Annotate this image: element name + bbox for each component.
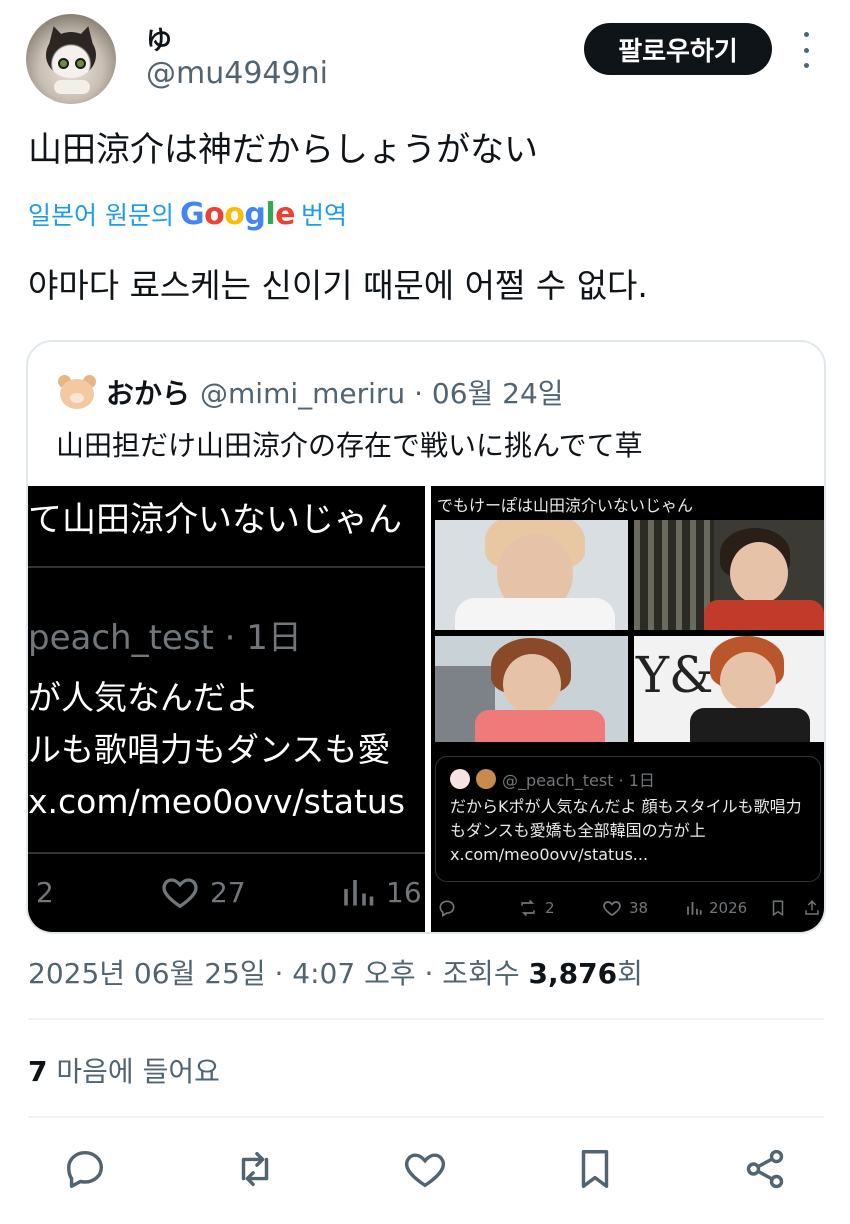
quoted-media-right[interactable]: でもけーぽは山田涼介いないじゃん Y&O. @_peach_test · 1日 … <box>431 486 824 932</box>
media-left-body-line1: が人気なんだよ <box>28 678 259 717</box>
media-left-body: が人気なんだよ ルも歌唱力もダンスも愛 x.com/meo0ovv/status <box>28 672 405 828</box>
media-right-embedded-tweet: @_peach_test · 1日 だからKポが人気なんだよ 顔もスタイルも歌唱… <box>435 756 821 882</box>
display-name[interactable]: ゆ <box>146 20 172 57</box>
views-icon <box>687 902 702 915</box>
media-left-reply-count: 2 <box>36 876 54 909</box>
divider <box>28 1018 824 1020</box>
timestamp-text: 2025년 06월 25일 · 4:07 오후 · 조회수 <box>28 957 520 990</box>
photo-4: Y&O. <box>634 636 824 742</box>
media-right-like: 38 <box>601 898 648 918</box>
quoted-tweet[interactable]: おから @mimi_meriru · 06월 24일 山田担だけ山田涼介の存在で… <box>26 340 826 934</box>
likes-summary[interactable]: 7 마음에 들어요 <box>28 1050 220 1090</box>
media-right-top-text: でもけーぽは山田涼介いないじゃん <box>437 496 694 515</box>
divider <box>28 1116 824 1118</box>
media-left-handle: peach_test · 1日 <box>28 618 302 658</box>
views-suffix: 회 <box>617 957 643 990</box>
retweet-icon <box>521 899 535 917</box>
heart-icon <box>603 901 621 917</box>
media-divider <box>28 852 425 854</box>
reply-icon[interactable] <box>62 1146 110 1194</box>
media-left-actions: 2 27 16 <box>28 872 425 916</box>
share-icon <box>803 898 821 918</box>
media-left-like: 27 <box>160 872 246 912</box>
avatar[interactable] <box>26 14 116 104</box>
google-logo: Google <box>179 196 296 232</box>
follow-button[interactable]: 팔로우하기 <box>584 23 772 75</box>
media-left-body-line3: x.com/meo0ovv/status <box>28 782 406 821</box>
embed-header: @_peach_test · 1日 <box>450 767 655 791</box>
user-handle[interactable]: @mu4949ni <box>146 56 328 91</box>
translated-text: 야마다 료스케는 신이기 때문에 어쩔 수 없다. <box>28 266 648 305</box>
more-options-icon[interactable] <box>796 32 816 68</box>
views-icon <box>344 880 374 906</box>
reply-icon <box>437 898 457 918</box>
cat-head <box>46 32 96 78</box>
cat-eye-left <box>58 58 69 69</box>
share-icon[interactable] <box>742 1146 790 1194</box>
media-right-retweet: 2 <box>517 898 555 918</box>
bookmark-icon <box>769 898 787 918</box>
quoted-meta: @mimi_meriru · 06월 24일 <box>200 377 564 410</box>
bear-emoji-icon <box>476 769 496 789</box>
photo-2 <box>634 520 824 630</box>
tweet-timestamp: 2025년 06월 25일 · 4:07 오후 · 조회수 3,876회 <box>28 952 643 992</box>
bookmark-icon[interactable] <box>572 1146 620 1194</box>
photo-1 <box>435 520 628 630</box>
cat-eye-right <box>75 58 86 69</box>
quoted-media-left[interactable]: て山田涼介いないじゃん peach_test · 1日 が人気なんだよ ルも歌唱… <box>28 486 425 932</box>
media-right-actions: 2 38 2026 <box>431 894 824 928</box>
media-left-views: 16 <box>340 872 422 912</box>
tweet-text: 山田涼介は神だからしょうがない <box>28 130 538 170</box>
bear-avatar-icon <box>58 373 96 411</box>
tweet-action-bar <box>0 1140 850 1200</box>
translate-prefix: 일본어 원문의 <box>28 201 174 230</box>
cat-paws <box>54 80 90 94</box>
embed-handle: @_peach_test · 1日 <box>502 771 655 790</box>
quoted-display-name: おから <box>106 377 191 410</box>
likes-label: 마음에 들어요 <box>56 1055 220 1088</box>
view-count: 3,876 <box>528 957 618 990</box>
translation-attribution[interactable]: 일본어 원문의 Google 번역 <box>28 196 347 232</box>
media-divider <box>28 566 425 568</box>
retweet-icon[interactable] <box>232 1146 280 1194</box>
media-right-views: 2026 <box>685 898 747 918</box>
like-count: 7 <box>28 1055 48 1088</box>
quoted-tweet-header: おから @mimi_meriru · 06월 24일 <box>58 372 564 412</box>
photo-3 <box>435 636 628 742</box>
embed-avatar-icon <box>450 769 470 789</box>
media-left-line1: て山田涼介いないじゃん <box>28 500 402 540</box>
like-icon[interactable] <box>402 1146 450 1194</box>
translate-suffix: 번역 <box>300 201 347 230</box>
heart-icon <box>162 878 198 909</box>
media-left-body-line2: ルも歌唱力もダンスも愛 <box>28 730 391 769</box>
embed-body: だからKポが人気なんだよ 顔もスタイルも歌唱力もダンスも愛嬌も全部韓国の方が上 … <box>450 797 802 864</box>
quoted-text: 山田担だけ山田涼介の存在で戦いに挑んでて草 <box>56 429 643 462</box>
